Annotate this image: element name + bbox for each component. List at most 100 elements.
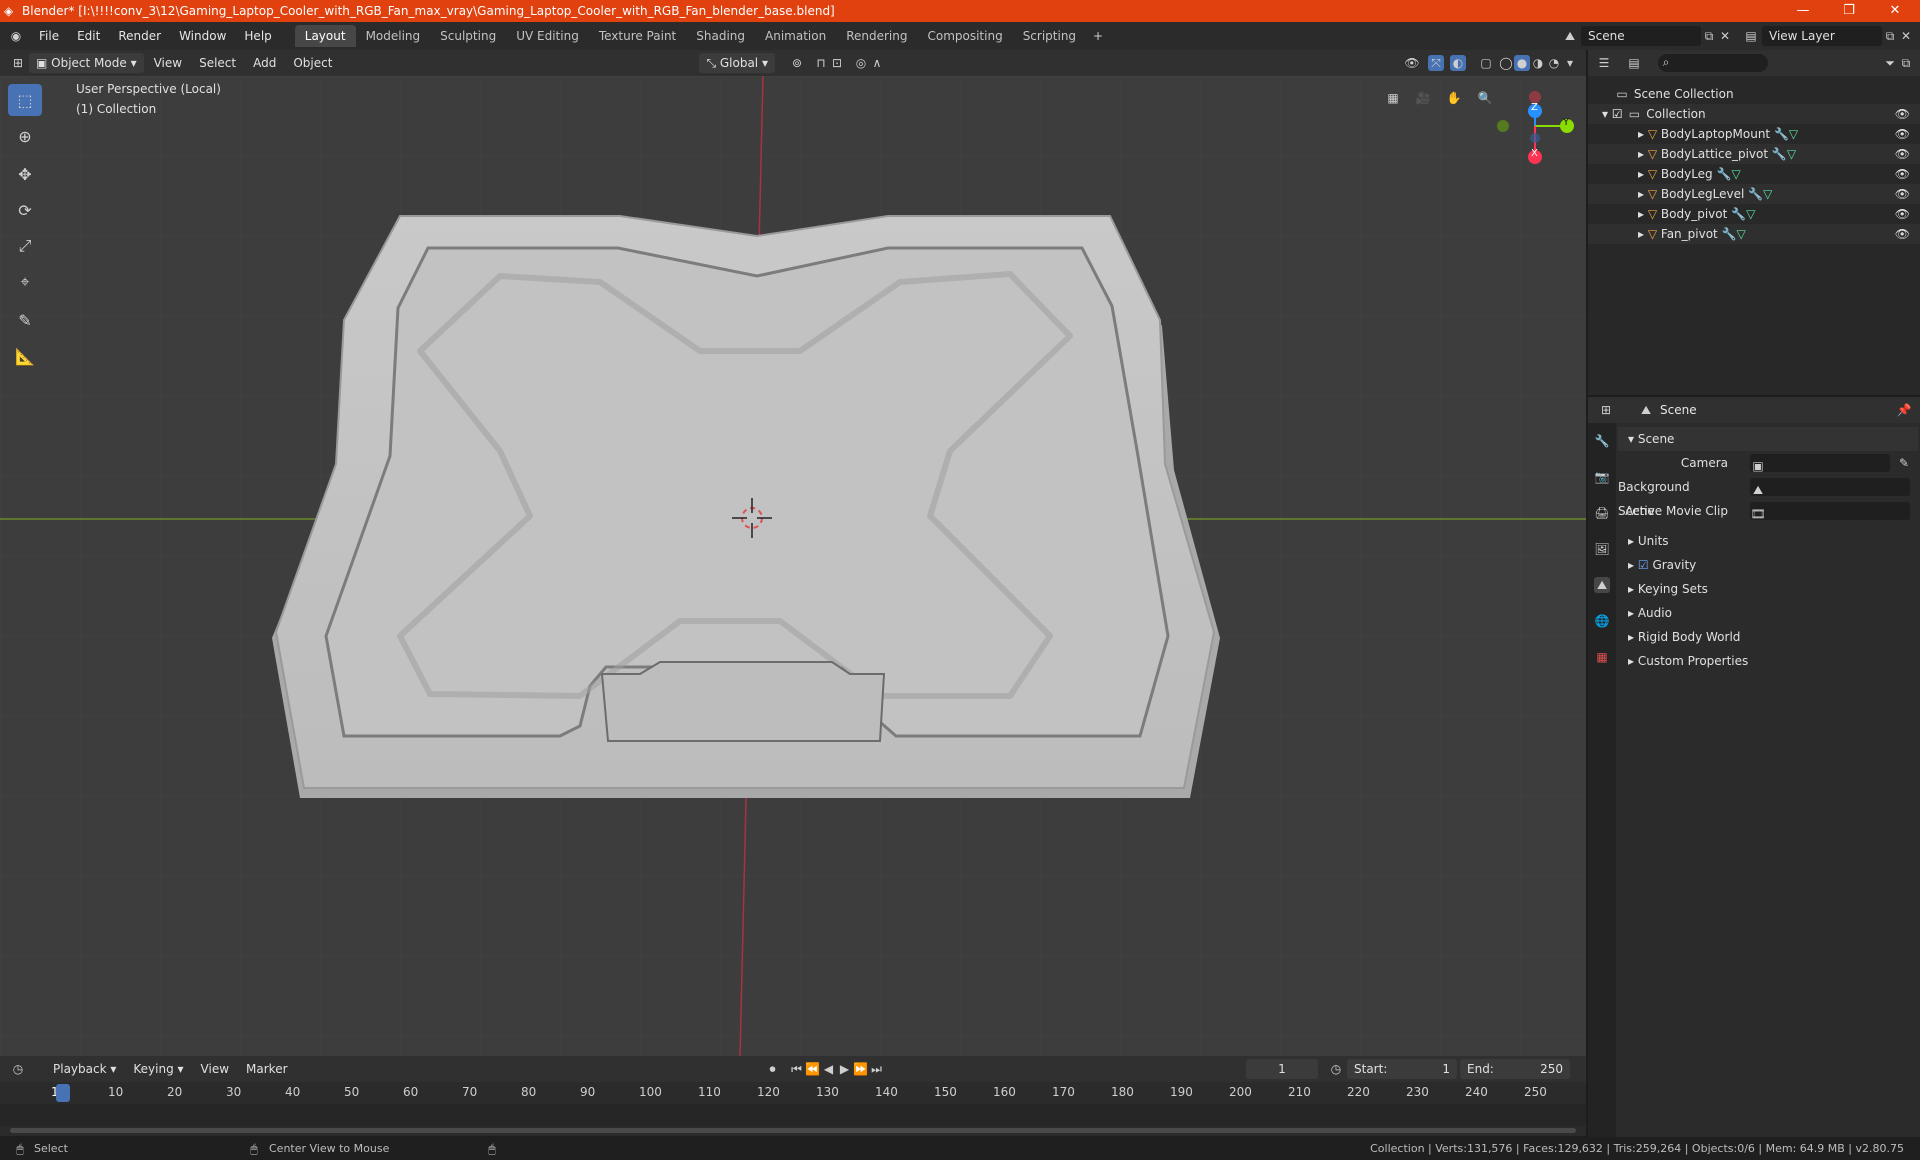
- eyedropper-icon[interactable]: ✎: [1896, 455, 1912, 471]
- camera-view-icon[interactable]: 🎥: [1415, 90, 1431, 106]
- delete-scene-icon[interactable]: ✕: [1717, 28, 1733, 44]
- start-frame-field[interactable]: Start: 1: [1347, 1059, 1457, 1079]
- pivot-point-icon[interactable]: ⊚: [789, 55, 805, 71]
- tab-scripting[interactable]: Scripting: [1013, 25, 1086, 47]
- view-layer-tab-icon[interactable]: 🖼: [1594, 541, 1610, 557]
- list-item[interactable]: ▸ ▽ Fan_pivot 🔧▽ 👁: [1588, 224, 1920, 244]
- list-item[interactable]: ▸ ▽ Body_pivot 🔧▽ 👁: [1588, 204, 1920, 224]
- new-collection-icon[interactable]: ⧉: [1898, 55, 1914, 71]
- world-tab-icon[interactable]: 🌐: [1594, 613, 1610, 629]
- outliner-search-input[interactable]: ⌕: [1658, 54, 1768, 72]
- playback-menu[interactable]: Playback ▾: [46, 1059, 123, 1079]
- list-item[interactable]: ▸ ▽ BodyLattice_pivot 🔧▽ 👁: [1588, 144, 1920, 164]
- rotate-tool[interactable]: ⟳: [8, 194, 42, 226]
- editor-type-icon[interactable]: ⊞: [10, 55, 26, 71]
- viewport-menu-view[interactable]: View: [147, 53, 189, 73]
- checkbox-icon[interactable]: ☑: [1612, 107, 1623, 121]
- rendered-shading-icon[interactable]: ◔: [1546, 55, 1562, 71]
- filter-icon[interactable]: ⏷: [1882, 55, 1898, 71]
- jump-keyframe-forward-icon[interactable]: ⏩: [853, 1061, 869, 1077]
- x-axis-label[interactable]: X: [1531, 148, 1538, 159]
- rigid-body-world-panel[interactable]: ▸ Rigid Body World: [1618, 625, 1918, 649]
- proportional-edit-icon[interactable]: ◎: [853, 55, 869, 71]
- collection-row[interactable]: ▾ ☑ ▭ Collection 👁: [1588, 104, 1920, 124]
- timeline-view-menu[interactable]: View: [194, 1059, 236, 1079]
- menu-render[interactable]: Render: [109, 29, 170, 43]
- menu-file[interactable]: File: [30, 29, 68, 43]
- timeline-scrollbar[interactable]: [10, 1128, 1576, 1133]
- scene-section-header[interactable]: ▾ Scene: [1618, 427, 1918, 451]
- snap-icon[interactable]: ⊓: [813, 55, 829, 71]
- keying-sets-panel[interactable]: ▸ Keying Sets: [1618, 577, 1918, 601]
- active-movie-clip-field[interactable]: 🎞: [1750, 502, 1910, 521]
- visibility-icon[interactable]: 👁: [1404, 55, 1420, 71]
- camera-field[interactable]: ▣: [1750, 454, 1890, 473]
- list-item[interactable]: ▸ ▽ BodyLeg 🔧▽ 👁: [1588, 164, 1920, 184]
- z-axis-label[interactable]: Z: [1531, 102, 1538, 113]
- properties-editor-icon[interactable]: ⊞: [1598, 402, 1614, 418]
- keying-menu[interactable]: Keying ▾: [126, 1059, 190, 1079]
- render-tab-icon[interactable]: 📷: [1594, 469, 1610, 485]
- solid-shading-icon[interactable]: ●: [1514, 55, 1530, 71]
- jump-end-icon[interactable]: ⏭: [869, 1061, 885, 1077]
- background-scene-field[interactable]: ⛰: [1750, 478, 1910, 497]
- tool-tab-icon[interactable]: 🔧: [1594, 433, 1610, 449]
- xray-icon[interactable]: ▢: [1478, 55, 1494, 71]
- delete-view-layer-icon[interactable]: ✕: [1898, 28, 1914, 44]
- outliner-editor-icon[interactable]: ☰: [1596, 55, 1612, 71]
- pin-icon[interactable]: 📌: [1896, 402, 1912, 418]
- transform-orientation-dropdown[interactable]: ⤡ Global ▾: [699, 53, 775, 73]
- frame-ruler[interactable]: 1 10 20 30 40 50 60 70 80 90 100 110 120 130 140 150 160…: [0, 1082, 1586, 1104]
- y-axis-label[interactable]: Y: [1563, 117, 1569, 128]
- tab-sculpting[interactable]: Sculpting: [430, 25, 506, 47]
- current-frame-field[interactable]: 1: [1246, 1059, 1318, 1079]
- eye-icon[interactable]: 👁: [1895, 204, 1910, 224]
- menu-window[interactable]: Window: [170, 29, 235, 43]
- audio-panel[interactable]: ▸ Audio: [1618, 601, 1918, 625]
- tab-animation[interactable]: Animation: [755, 25, 836, 47]
- 3d-viewport[interactable]: User Perspective (Local) (1) Collection …: [0, 76, 1586, 1056]
- output-tab-icon[interactable]: 🖨: [1594, 505, 1610, 521]
- annotate-tool[interactable]: ✎: [8, 304, 42, 336]
- cursor-tool[interactable]: ⊕: [8, 120, 42, 152]
- overlay-toggle-icon[interactable]: ◐: [1450, 55, 1466, 71]
- select-box-tool[interactable]: ⬚: [8, 84, 42, 116]
- playhead[interactable]: [56, 1084, 70, 1102]
- eye-icon[interactable]: 👁: [1895, 224, 1910, 244]
- menu-help[interactable]: Help: [235, 29, 280, 43]
- viewport-menu-add[interactable]: Add: [246, 53, 283, 73]
- tab-rendering[interactable]: Rendering: [836, 25, 917, 47]
- falloff-icon[interactable]: ∧: [869, 55, 885, 71]
- eye-icon[interactable]: 👁: [1895, 144, 1910, 164]
- tab-uv-editing[interactable]: UV Editing: [506, 25, 589, 47]
- new-scene-icon[interactable]: ⧉: [1701, 28, 1717, 44]
- scale-tool[interactable]: ⤢: [8, 230, 42, 262]
- texture-tab-icon[interactable]: ▦: [1594, 649, 1610, 665]
- add-workspace-icon[interactable]: +: [1090, 28, 1106, 44]
- measure-tool[interactable]: 📐: [8, 340, 42, 372]
- gizmo-toggle-icon[interactable]: ⤧: [1428, 55, 1444, 71]
- custom-properties-panel[interactable]: ▸ Custom Properties: [1618, 649, 1918, 673]
- new-view-layer-icon[interactable]: ⧉: [1882, 28, 1898, 44]
- play-icon[interactable]: ▶: [837, 1061, 853, 1077]
- tab-layout[interactable]: Layout: [294, 25, 356, 47]
- jump-start-icon[interactable]: ⏮: [789, 1061, 805, 1077]
- scene-collection-row[interactable]: ▭ Scene Collection: [1588, 84, 1920, 104]
- grid-toggle-icon[interactable]: ▦: [1385, 90, 1401, 106]
- eye-icon[interactable]: 👁: [1895, 104, 1910, 124]
- wireframe-shading-icon[interactable]: ◯: [1498, 55, 1514, 71]
- clock-icon[interactable]: ◷: [1328, 1061, 1344, 1077]
- transform-tool[interactable]: ⌖: [8, 266, 42, 298]
- tab-texture-paint[interactable]: Texture Paint: [589, 25, 686, 47]
- tab-shading[interactable]: Shading: [686, 25, 755, 47]
- eye-icon[interactable]: 👁: [1895, 124, 1910, 144]
- zoom-icon[interactable]: 🔍: [1477, 90, 1493, 106]
- eye-icon[interactable]: 👁: [1895, 184, 1910, 204]
- play-reverse-icon[interactable]: ◀: [821, 1061, 837, 1077]
- timeline-editor-icon[interactable]: ◷: [10, 1061, 26, 1077]
- tab-modeling[interactable]: Modeling: [356, 25, 431, 47]
- list-item[interactable]: ▸ ▽ BodyLegLevel 🔧▽ 👁: [1588, 184, 1920, 204]
- blender-menu-icon[interactable]: ◉: [8, 28, 24, 44]
- snap-target-icon[interactable]: ⊡: [829, 55, 845, 71]
- viewport-menu-object[interactable]: Object: [286, 53, 339, 73]
